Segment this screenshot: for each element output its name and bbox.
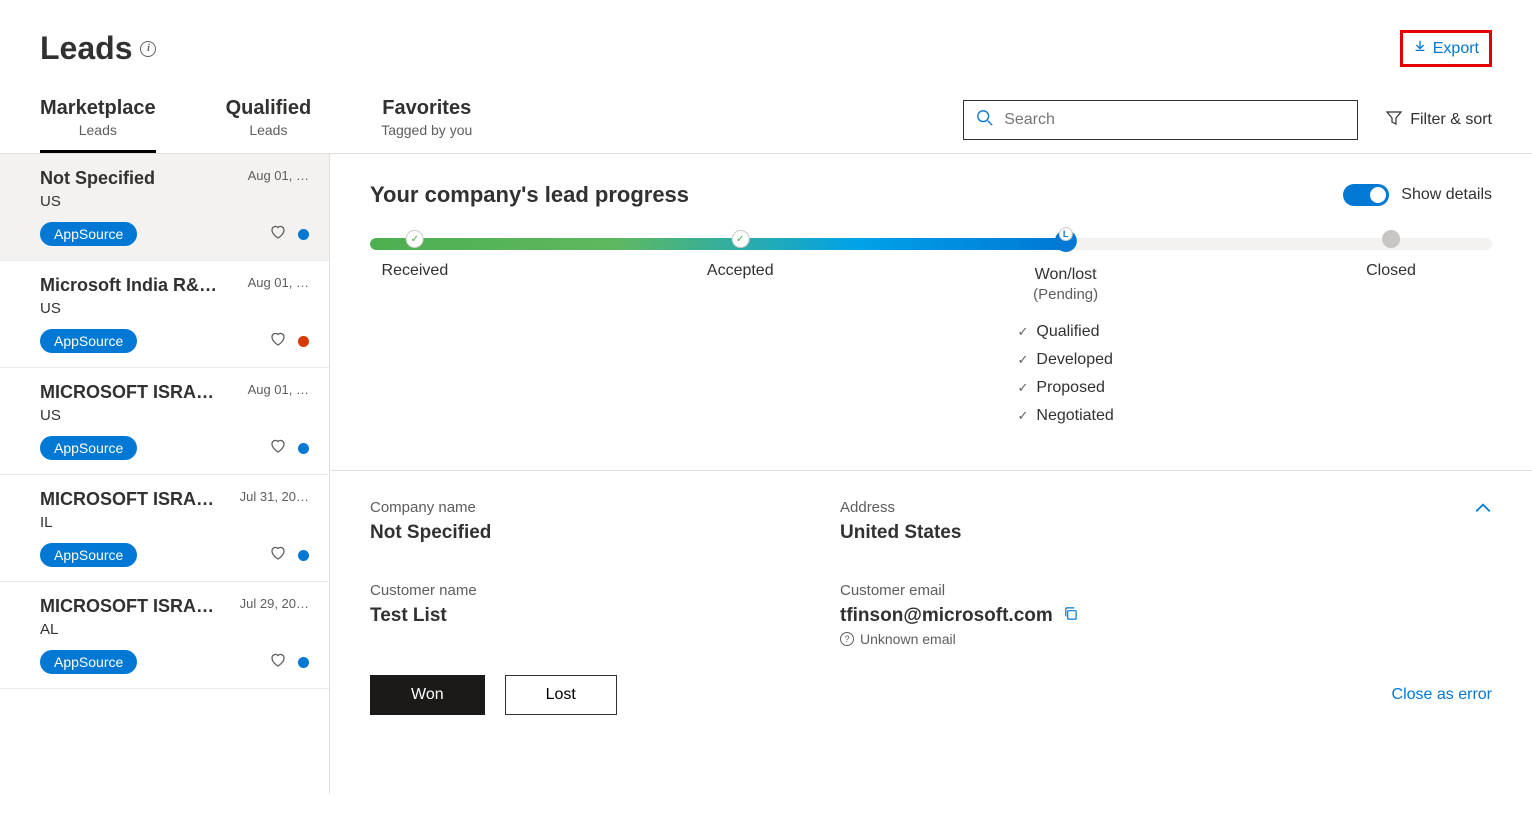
address-block: Address United States	[840, 499, 1270, 544]
company-name-block: Company name Not Specified	[370, 499, 800, 544]
lead-title: Microsoft India R&…	[40, 275, 217, 296]
tab-group: Marketplace Leads Qualified Leads Favorites T…	[40, 87, 472, 153]
tab-sublabel: Leads	[40, 122, 156, 138]
stage-label: Won/lost	[1017, 266, 1113, 284]
lead-list: Not Specified Aug 01, … US AppSource Mic…	[0, 154, 330, 794]
page-title: Leads i	[40, 30, 156, 67]
stage-checklist: ✓Qualified ✓Developed ✓Proposed ✓Negotiated	[1017, 323, 1113, 425]
stage-label: Accepted	[707, 262, 774, 280]
stage-dot-done-icon: ✓	[731, 230, 749, 248]
close-as-error-link[interactable]: Close as error	[1392, 686, 1492, 704]
lead-source-tag: AppSource	[40, 222, 137, 246]
status-dot	[298, 657, 309, 668]
filter-sort-button[interactable]: Filter & sort	[1386, 110, 1492, 131]
lead-date: Jul 29, 20…	[240, 596, 309, 611]
heart-icon[interactable]	[270, 331, 286, 352]
lead-title: MICROSOFT ISRAE…	[40, 489, 225, 510]
help-icon: ?	[840, 632, 854, 646]
copy-icon[interactable]	[1063, 605, 1078, 627]
stage-dot-done-icon: ✓	[406, 230, 424, 248]
lead-title: MICROSOFT ISRAE…	[40, 382, 225, 403]
progress-stage: ✓ Accepted	[707, 230, 774, 280]
tab-favorites[interactable]: Favorites Tagged by you	[381, 87, 472, 153]
progress-stages: ✓ Received ✓ Accepted L Won/lost (Pending) ✓Qua…	[370, 230, 1492, 430]
stage-dot-future-icon	[1382, 230, 1400, 248]
lead-region: US	[40, 300, 309, 317]
tab-label: Marketplace	[40, 97, 156, 120]
stage-check-item: ✓Developed	[1017, 351, 1113, 369]
lead-date: Aug 01, …	[248, 168, 309, 183]
status-dot	[298, 550, 309, 561]
stage-check-item: ✓Proposed	[1017, 379, 1113, 397]
customer-name-block: Customer name Test List	[370, 582, 800, 647]
lead-item[interactable]: MICROSOFT ISRAE… Jul 29, 20… AL AppSourc…	[0, 582, 329, 689]
tab-label: Qualified	[226, 97, 312, 120]
status-dot	[298, 443, 309, 454]
lead-item[interactable]: Microsoft India R&… Aug 01, … US AppSour…	[0, 261, 329, 368]
lead-date: Aug 01, …	[248, 275, 309, 290]
heart-icon[interactable]	[270, 545, 286, 566]
lead-region: IL	[40, 514, 309, 531]
download-icon	[1413, 39, 1427, 58]
stage-check-item: ✓Negotiated	[1017, 407, 1113, 425]
heart-icon[interactable]	[270, 438, 286, 459]
search-input[interactable]	[1004, 111, 1345, 129]
lead-title: MICROSOFT ISRAE…	[40, 596, 225, 617]
stage-label: Received	[382, 262, 449, 280]
customer-email-block: Customer email tfinson@microsoft.com ? U…	[840, 582, 1270, 647]
search-icon	[976, 109, 994, 132]
toggle-switch[interactable]	[1343, 184, 1389, 206]
search-box[interactable]	[963, 100, 1358, 140]
stage-dot-current-icon: L	[1055, 230, 1077, 252]
progress-stage: L Won/lost (Pending) ✓Qualified ✓Developed ✓P…	[1017, 230, 1113, 435]
lead-source-tag: AppSource	[40, 329, 137, 353]
lead-item[interactable]: MICROSOFT ISRAE… Jul 31, 20… IL AppSourc…	[0, 475, 329, 582]
lead-date: Aug 01, …	[248, 382, 309, 397]
heart-icon[interactable]	[270, 224, 286, 245]
show-details-toggle[interactable]: Show details	[1343, 184, 1492, 206]
lead-detail: Your company's lead progress Show detail…	[330, 154, 1532, 794]
lead-date: Jul 31, 20…	[240, 489, 309, 504]
tab-sublabel: Tagged by you	[381, 122, 472, 138]
tab-marketplace[interactable]: Marketplace Leads	[40, 87, 156, 153]
stage-sublabel: (Pending)	[1017, 286, 1113, 303]
lead-region: US	[40, 193, 309, 210]
lead-item[interactable]: Not Specified Aug 01, … US AppSource	[0, 154, 329, 261]
tab-label: Favorites	[381, 97, 472, 120]
status-dot	[298, 336, 309, 347]
progress-stage: ✓ Received	[382, 230, 449, 280]
tab-qualified[interactable]: Qualified Leads	[226, 87, 312, 153]
lead-region: US	[40, 407, 309, 424]
lead-source-tag: AppSource	[40, 650, 137, 674]
lead-source-tag: AppSource	[40, 436, 137, 460]
lost-button[interactable]: Lost	[505, 675, 617, 715]
tab-sublabel: Leads	[226, 122, 312, 138]
filter-icon	[1386, 110, 1402, 131]
stage-label: Closed	[1366, 262, 1416, 280]
lead-region: AL	[40, 621, 309, 638]
export-button[interactable]: Export	[1400, 30, 1492, 67]
progress-title: Your company's lead progress	[370, 182, 689, 208]
lead-title: Not Specified	[40, 168, 155, 189]
info-icon[interactable]: i	[140, 41, 156, 57]
status-dot	[298, 229, 309, 240]
heart-icon[interactable]	[270, 652, 286, 673]
lead-item[interactable]: MICROSOFT ISRAE… Aug 01, … US AppSource	[0, 368, 329, 475]
progress-stage: Closed	[1366, 230, 1416, 280]
collapse-caret-icon[interactable]	[1474, 499, 1492, 522]
won-button[interactable]: Won	[370, 675, 485, 715]
lead-source-tag: AppSource	[40, 543, 137, 567]
stage-check-item: ✓Qualified	[1017, 323, 1113, 341]
